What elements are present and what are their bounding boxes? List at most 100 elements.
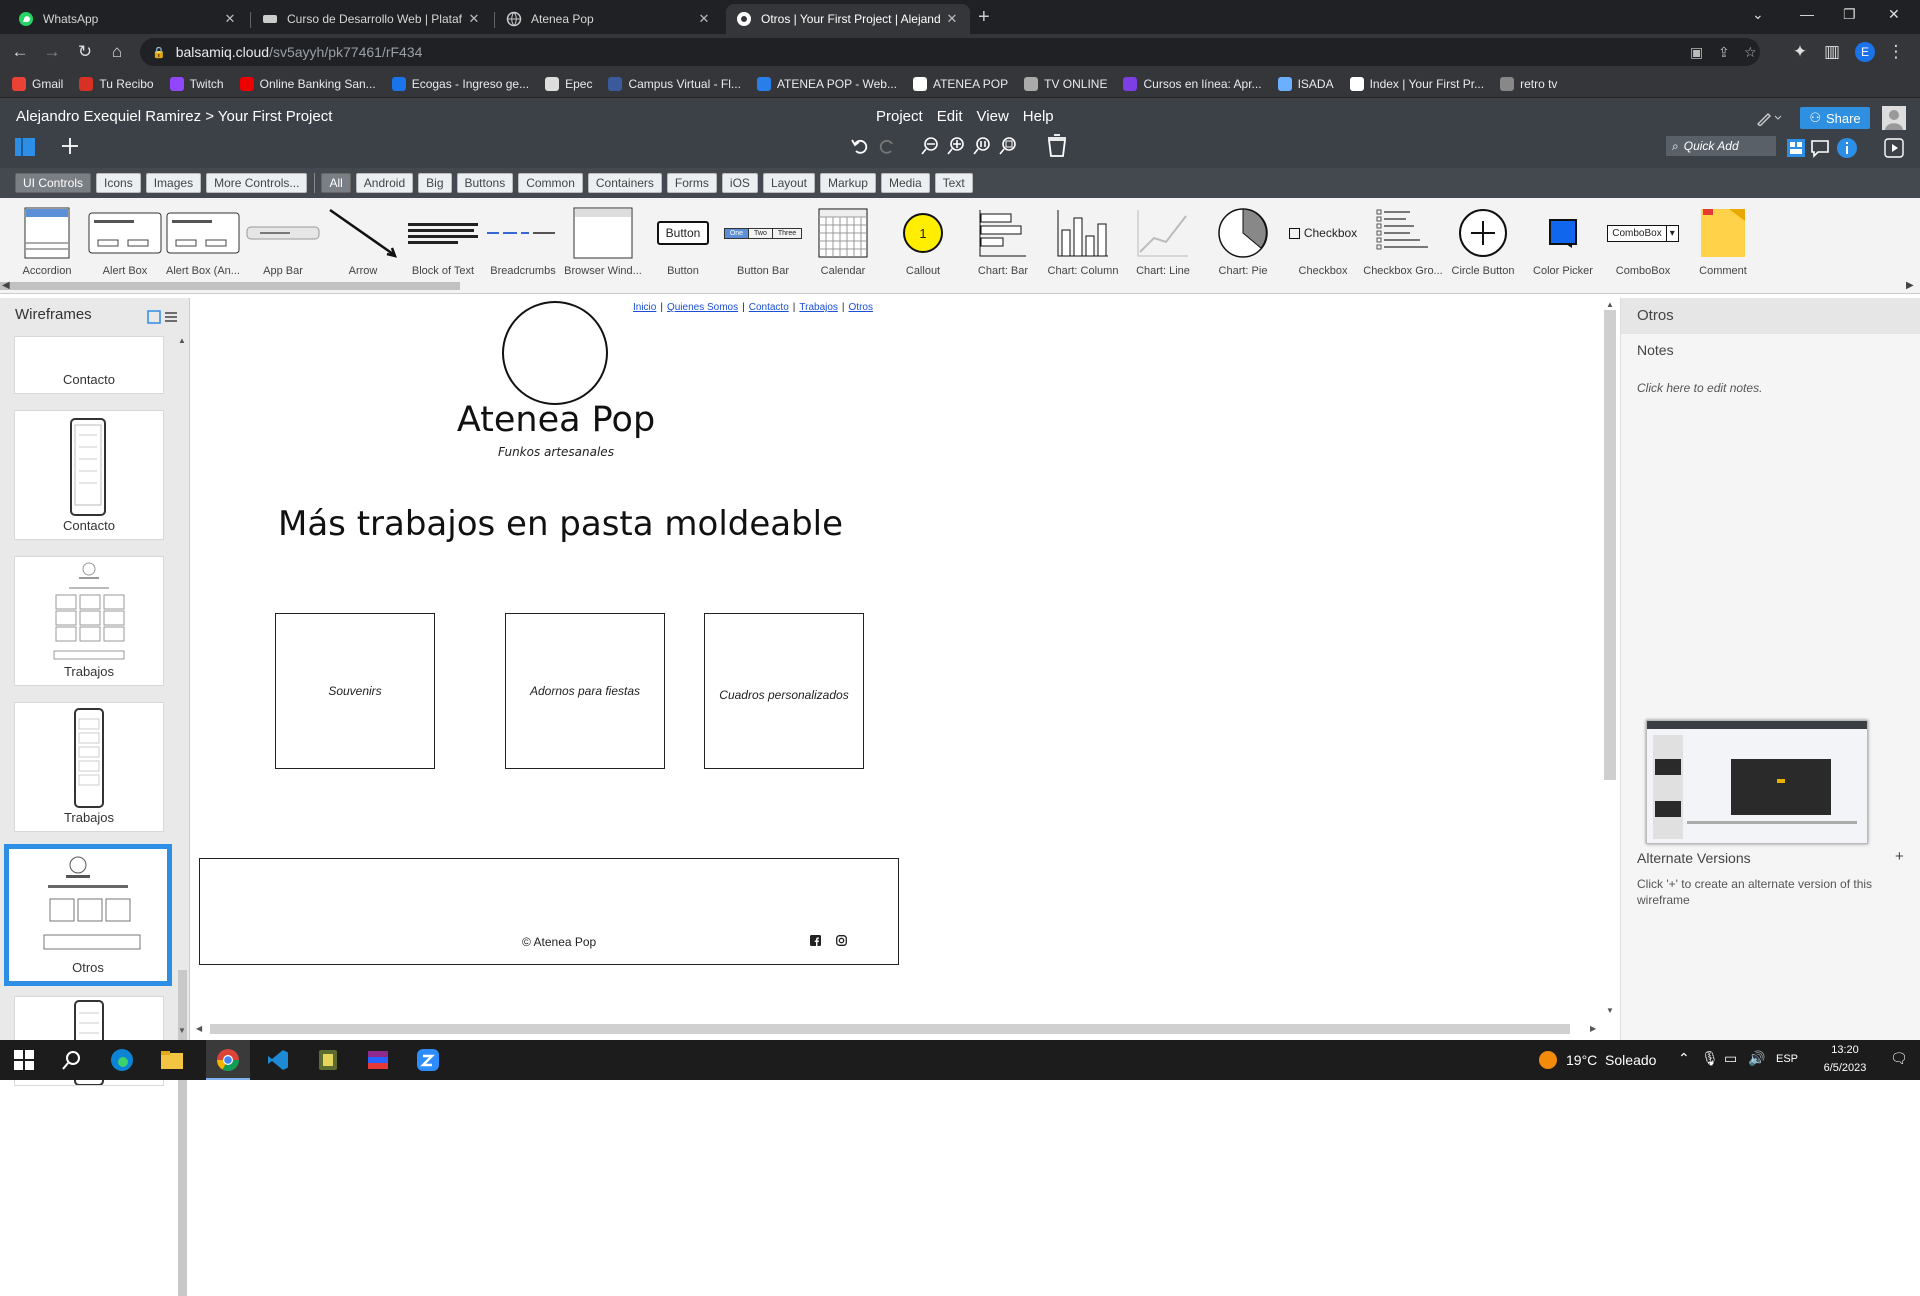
filter-big[interactable]: Big — [418, 173, 452, 193]
library-item-app-bar[interactable]: App Bar — [240, 204, 326, 284]
library-item-block-of-text[interactable]: Block of Text — [400, 204, 486, 284]
list-view-icon[interactable] — [164, 310, 178, 324]
share-button[interactable]: ⚇ Share — [1800, 107, 1870, 129]
scroll-down-icon[interactable]: ▼ — [178, 1026, 186, 1035]
bookmark-item[interactable]: Ecogas - Ingreso ge... — [391, 76, 529, 91]
thumbnail-view-icon[interactable] — [147, 310, 161, 324]
wf-brand-title[interactable]: Atenea Pop — [456, 400, 656, 440]
trash-icon[interactable] — [1045, 132, 1069, 158]
wireframes-panel-icon[interactable] — [14, 136, 36, 158]
filter-icons[interactable]: Icons — [96, 173, 141, 193]
vscode-icon[interactable] — [266, 1048, 290, 1072]
filter-containers[interactable]: Containers — [587, 173, 662, 193]
side-panel-icon[interactable]: ▥ — [1822, 42, 1842, 62]
zoom-fit-icon[interactable] — [998, 136, 1018, 156]
filter-ios[interactable]: iOS — [721, 173, 758, 193]
instagram-icon[interactable] — [836, 935, 847, 946]
toggle-ui-library-icon[interactable] — [1786, 138, 1806, 158]
filter-layout[interactable]: Layout — [762, 173, 815, 193]
library-item-checkbox-gro[interactable]: Checkbox Gro... — [1360, 204, 1446, 284]
tab-course[interactable]: Curso de Desarrollo Web | Plataf ✕ — [252, 4, 492, 34]
facebook-icon[interactable] — [810, 935, 821, 946]
library-item-calendar[interactable]: Calendar — [800, 204, 886, 284]
scroll-up-icon[interactable]: ▲ — [178, 336, 186, 345]
close-tab-icon[interactable]: ✕ — [696, 11, 712, 27]
back-icon[interactable]: ← — [10, 42, 30, 62]
bookmark-item[interactable]: ISADA — [1277, 76, 1334, 91]
wf-nav-link[interactable]: Quienes Somos — [667, 302, 738, 313]
browser-menu-icon[interactable]: ⋮ — [1886, 42, 1906, 62]
library-item-arrow[interactable]: Arrow — [320, 204, 406, 284]
library-item-combobox[interactable]: ComboBox ▾ ComboBox — [1600, 204, 1686, 284]
bookmark-item[interactable]: Twitch — [169, 76, 224, 91]
wireframe-thumbnail[interactable]: Trabajos — [14, 702, 164, 832]
wireframes-scrollbar[interactable] — [178, 970, 187, 1296]
library-scroll-right-icon[interactable]: ▶ — [1906, 280, 1914, 291]
close-tab-icon[interactable]: ✕ — [944, 11, 960, 27]
redo-icon[interactable] — [877, 136, 897, 156]
close-window-button[interactable]: ✕ — [1888, 6, 1900, 23]
filter-text[interactable]: Text — [934, 173, 973, 193]
file-explorer-icon[interactable] — [160, 1048, 184, 1072]
present-icon[interactable] — [1884, 138, 1904, 158]
close-tab-icon[interactable]: ✕ — [222, 11, 238, 27]
library-item-chart-line[interactable]: Chart: Line — [1120, 204, 1206, 284]
add-alternate-version-button[interactable]: + — [1895, 848, 1904, 865]
wf-box-adornos[interactable]: Adornos para fiestas — [505, 613, 665, 769]
wf-box-souvenirs[interactable]: Souvenirs — [275, 613, 435, 769]
network-icon[interactable]: ▭ — [1724, 1050, 1737, 1067]
library-scrollbar[interactable] — [0, 282, 460, 290]
wf-nav-link[interactable]: Inicio — [633, 302, 656, 313]
breadcrumb[interactable]: Alejandro Exequiel Ramirez > Your First … — [16, 108, 332, 125]
chrome-icon[interactable] — [216, 1048, 240, 1072]
winrar-icon[interactable] — [366, 1048, 390, 1072]
wf-box-cuadros[interactable]: Cuadros personalizados — [704, 613, 864, 769]
canvas-horizontal-scrollbar[interactable] — [210, 1024, 1570, 1034]
user-avatar-icon[interactable] — [1882, 106, 1906, 130]
new-tab-button[interactable]: + — [978, 6, 990, 29]
bookmark-item[interactable]: Tu Recibo — [79, 76, 154, 91]
filter-markup[interactable]: Markup — [819, 173, 876, 193]
bookmark-star-icon[interactable]: ☆ — [1744, 44, 1757, 61]
tray-chevron-icon[interactable]: ⌃ — [1678, 1050, 1690, 1067]
bookmark-item[interactable]: ATENEA POP - Web... — [756, 76, 897, 91]
add-wireframe-icon[interactable] — [60, 136, 80, 156]
library-item-button[interactable]: Button Button — [640, 204, 726, 284]
canvas-scroll-left-icon[interactable]: ◀ — [196, 1024, 202, 1033]
filter-ui-controls[interactable]: UI Controls — [15, 173, 92, 193]
weather-text[interactable]: 19°C Soleado — [1566, 1052, 1656, 1068]
info-icon[interactable] — [1836, 137, 1858, 159]
filter-android[interactable]: Android — [355, 173, 414, 193]
input-language[interactable]: ESP — [1776, 1053, 1798, 1065]
library-scroll-left-icon[interactable]: ◀ — [2, 280, 10, 291]
wf-tagline[interactable]: Funkos artesanales — [471, 445, 641, 459]
clock-time[interactable]: 13:20 — [1820, 1044, 1870, 1056]
notifications-icon[interactable]: 🗨 — [1890, 1050, 1908, 1067]
clock-date[interactable]: 6/5/2023 — [1808, 1062, 1882, 1074]
bookmark-item[interactable]: Gmail — [12, 76, 63, 91]
library-item-color-picker[interactable]: Color Picker — [1520, 204, 1606, 284]
bookmark-item[interactable]: Cursos en línea: Apr... — [1123, 76, 1262, 91]
library-item-breadcrumbs[interactable]: Breadcrumbs — [480, 204, 566, 284]
filter-common[interactable]: Common — [518, 173, 583, 193]
library-item-chart-bar[interactable]: Chart: Bar — [960, 204, 1046, 284]
extensions-icon[interactable]: ✦ — [1790, 42, 1810, 62]
menu-edit[interactable]: Edit — [937, 108, 963, 125]
home-icon[interactable]: ⌂ — [107, 42, 127, 62]
quick-add-input[interactable]: ⌕ Quick Add — [1666, 136, 1776, 156]
close-tab-icon[interactable]: ✕ — [466, 11, 482, 27]
zoom-in-icon[interactable] — [946, 136, 966, 156]
filter-images[interactable]: Images — [145, 173, 202, 193]
filter-media[interactable]: Media — [880, 173, 930, 193]
address-bar[interactable]: 🔒 balsamiq.cloud/sv5ayyh/pk77461/rF434 ▣… — [140, 38, 1760, 66]
canvas-scroll-right-icon[interactable]: ▶ — [1590, 1024, 1596, 1033]
bookmark-item[interactable]: ATENEA POP — [912, 76, 1008, 91]
zoom-out-icon[interactable] — [920, 136, 940, 156]
screen-share-preview[interactable] — [1646, 720, 1868, 844]
menu-project[interactable]: Project — [876, 108, 923, 125]
canvas-vertical-scrollbar[interactable] — [1604, 310, 1616, 780]
share-page-icon[interactable]: ⇪ — [1718, 44, 1730, 61]
filter-forms[interactable]: Forms — [666, 173, 717, 193]
wireframe-thumbnail[interactable]: Contacto — [14, 410, 164, 540]
library-item-browser-wind[interactable]: Browser Wind... — [560, 204, 646, 284]
